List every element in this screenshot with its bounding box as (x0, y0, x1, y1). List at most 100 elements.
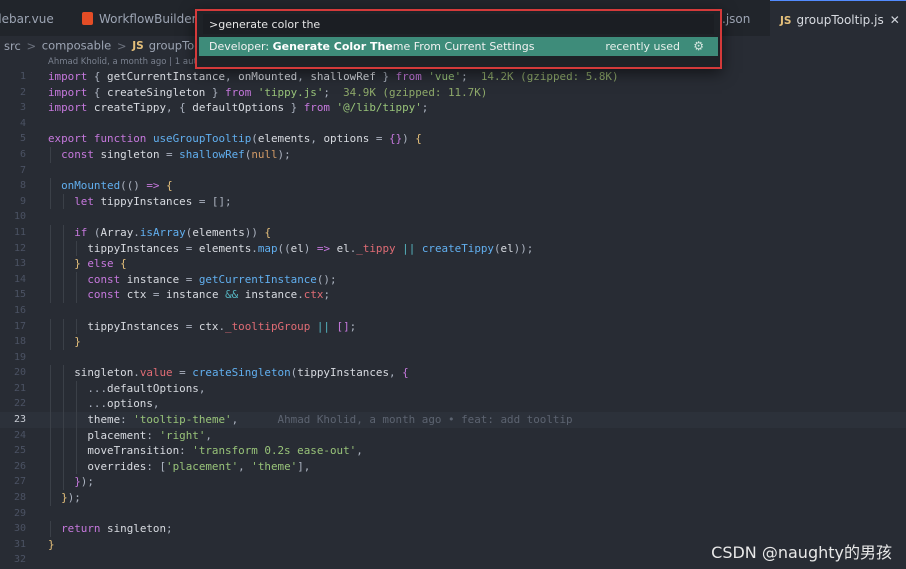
tab-json[interactable]: .json (722, 0, 750, 36)
code-token: function (93, 132, 147, 146)
code-token: 34.9K (gzipped: 11.7K) (343, 85, 488, 99)
breadcrumb-composable[interactable]: composable (42, 39, 112, 53)
js-file-icon: JS (132, 39, 144, 52)
code-token: { (415, 132, 422, 146)
code-text: export function useGroupTooltip(elements… (48, 131, 422, 147)
code-line[interactable]: 18 } (0, 334, 906, 350)
code-token: options (323, 132, 370, 146)
tab-label: debar.vue (0, 12, 54, 26)
code-line[interactable]: 27 }); (0, 474, 906, 491)
code-token: else (87, 257, 114, 271)
code-token: (); (316, 272, 337, 286)
code-line[interactable]: 23 theme: 'tooltip-theme', Ahmad Kholid,… (0, 412, 906, 428)
line-number: 30 (13, 523, 26, 535)
code-line[interactable]: 26 overrides: ['placement', 'theme'], (0, 458, 906, 475)
code-line[interactable]: 1 import { getCurrentInstance, onMounted,… (0, 69, 906, 85)
line-number: 16 (13, 304, 26, 316)
code-line[interactable]: 30 return singleton; (0, 521, 906, 537)
code-token: )); (513, 241, 534, 255)
code-token: { (87, 70, 108, 83)
code-token: theme (87, 413, 121, 427)
result-prefix: Developer: (209, 40, 273, 53)
code-line[interactable]: 8 onMounted(() => { (0, 178, 906, 194)
tab-group-tooltip[interactable]: JS groupTooltip.js ✕ (770, 0, 906, 36)
code-line[interactable]: 21 ...defaultOptions, (0, 380, 906, 397)
code-line[interactable]: 3 import createTippy, { defaultOptions } … (0, 100, 906, 116)
code-line[interactable]: 5 export function useGroupTooltip(element… (0, 131, 906, 147)
code-token: = (172, 366, 193, 380)
code-token: = (179, 241, 199, 255)
code-line[interactable]: 4 (0, 116, 906, 132)
code-token: , (297, 70, 311, 83)
tab-sidebar-vue[interactable]: debar.vue (0, 0, 54, 36)
code-line[interactable]: 12 tippyInstances = elements.map((el) =>… (0, 240, 906, 257)
code-token: null (251, 147, 278, 161)
code-token: ... (48, 381, 108, 395)
result-highlight: Generate Color The (272, 40, 393, 53)
code-line[interactable]: 10 (0, 209, 906, 225)
code-token: ctx (126, 288, 147, 302)
code-token: , (310, 132, 324, 146)
code-text: const instance = getCurrentInstance(); (48, 272, 337, 288)
gear-icon[interactable]: ⚙ (693, 37, 704, 56)
code-line[interactable]: 19 (0, 350, 906, 366)
code-line[interactable]: 11 if (Array.isArray(elements)) { (0, 224, 906, 241)
command-palette-input[interactable] (203, 14, 714, 34)
code-token: { (402, 366, 409, 380)
code-token: isArray (139, 225, 186, 239)
code-token: from (303, 101, 330, 115)
code-token: getCurrentInstance (107, 70, 226, 83)
code-text: placement: 'right', (48, 428, 212, 444)
code-line[interactable]: 16 (0, 303, 906, 319)
code-token: ); (67, 491, 81, 505)
code-token: Array (100, 225, 134, 239)
code-token: elements (198, 241, 252, 255)
code-line[interactable]: 13 } else { (0, 256, 906, 272)
code-token: ; (323, 85, 344, 99)
watermark: CSDN @naughty的男孩 (711, 543, 892, 562)
code-token: tippyInstances (297, 366, 389, 380)
code-line[interactable]: 22 ...options, (0, 396, 906, 413)
code-line[interactable]: 25 moveTransition: 'transform 0.2s ease-… (0, 443, 906, 459)
code-token: import (48, 101, 88, 115)
code-line[interactable]: 17 tippyInstances = ctx._tooltipGroup ||… (0, 318, 906, 335)
code-line[interactable]: 9 let tippyInstances = []; (0, 193, 906, 210)
code-token: (( (277, 241, 291, 255)
result-label: Developer: Generate Color Theme From Cur… (209, 37, 534, 56)
code-line[interactable]: 20 singleton.value = createSingleton(tip… (0, 365, 906, 381)
line-number: 15 (13, 289, 26, 301)
code-token: from (225, 85, 252, 99)
code-line[interactable]: 2 import { createSingleton } from 'tippy.… (0, 85, 906, 101)
code-token: ... (48, 397, 108, 411)
code-line[interactable]: 29 (0, 506, 906, 522)
code-token: ) (402, 132, 416, 146)
command-palette-result[interactable]: Developer: Generate Color Theme From Cur… (199, 37, 718, 56)
code-token: createTippy (421, 241, 494, 255)
code-token: [] (336, 319, 350, 333)
code-token: defaultOptions (192, 101, 285, 115)
line-number: 29 (13, 507, 26, 519)
close-icon[interactable]: ✕ (890, 13, 900, 27)
code-line[interactable]: 6 const singleton = shallowRef(null); (0, 146, 906, 163)
code-token: if (74, 225, 88, 239)
code-token: { (264, 225, 272, 239)
breadcrumb-src[interactable]: src (4, 39, 21, 53)
code-line[interactable]: 24 placement: 'right', (0, 427, 906, 444)
code-token: } (74, 335, 81, 349)
code-line[interactable]: 14 const instance = getCurrentInstance()… (0, 271, 906, 288)
code-line[interactable]: 15 const ctx = instance && instance.ctx; (0, 287, 906, 303)
code-token: ; (166, 522, 173, 536)
code-line[interactable]: 28 }); (0, 490, 906, 506)
code-token: ctx (198, 319, 219, 333)
code-line[interactable]: 7 (0, 163, 906, 179)
code-token: singleton (100, 147, 160, 161)
code-token: = []; (192, 194, 232, 208)
code-editor[interactable]: 1 import { getCurrentInstance, onMounted,… (0, 69, 906, 568)
